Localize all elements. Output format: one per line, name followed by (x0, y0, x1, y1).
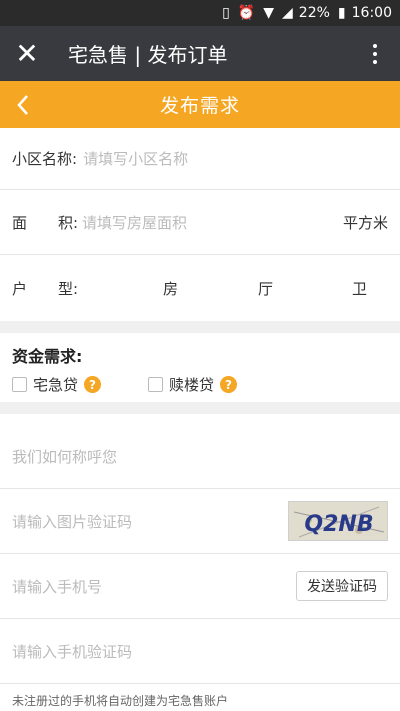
page-header: 发布需求 (0, 81, 400, 128)
captcha-text: Q2NB (304, 512, 373, 537)
registration-note: 未注册过的手机将自动创建为宅急售账户 (12, 694, 229, 708)
webview-titlebar: ✕ 宅急售 | 发布订单 (0, 26, 400, 81)
webview-title: 宅急售 | 发布订单 (68, 43, 228, 67)
name-row[interactable]: 我们如何称呼您 (0, 424, 400, 489)
signal-icon: ◢ (282, 5, 293, 21)
help-icon[interactable]: ? (84, 376, 102, 393)
page-title: 发布需求 (159, 95, 240, 117)
bath-unit: 卫 (352, 280, 368, 298)
option-label: 赎楼贷 (169, 376, 215, 394)
option-label: 宅急贷 (33, 376, 79, 394)
name-input[interactable]: 我们如何称呼您 (12, 446, 117, 467)
sms-code-input[interactable]: 请输入手机验证码 (12, 641, 132, 662)
alarm-icon: ⏰ (237, 5, 256, 21)
area-label: 面积: (12, 213, 79, 232)
room-unit: 房 (163, 280, 179, 298)
community-input[interactable]: 请填写小区名称 (83, 148, 188, 169)
battery-icon: ▮ (337, 5, 346, 21)
layout-row: 户型: (0, 255, 400, 321)
option-shuloudai[interactable]: 赎楼贷 ? (148, 374, 238, 395)
checkbox[interactable] (12, 377, 27, 392)
area-row[interactable]: 面积: 请填写房屋面积 平方米 (0, 190, 400, 255)
layout-label: 户型: (12, 279, 79, 298)
more-menu-icon[interactable] (350, 26, 400, 81)
area-input[interactable]: 请填写房屋面积 (82, 212, 187, 233)
clock: 16:00 (351, 5, 392, 21)
area-unit: 平方米 (342, 213, 388, 232)
hall-unit: 厅 (258, 280, 274, 298)
close-icon[interactable]: ✕ (0, 26, 54, 81)
checkbox[interactable] (148, 377, 163, 392)
phone-input[interactable]: 请输入手机号 (12, 576, 102, 597)
status-bar: ▯ ⏰ ▼ ◢ 22% ▮ 16:00 (0, 0, 400, 26)
community-row[interactable]: 小区名称: 请填写小区名称 (0, 128, 400, 190)
send-code-button[interactable]: 发送验证码 (296, 571, 388, 601)
option-zhaijidai[interactable]: 宅急贷 ? (12, 374, 102, 395)
battery-percent: 22% (298, 5, 330, 21)
wifi-icon: ▼ (263, 5, 275, 21)
captcha-input[interactable]: 请输入图片验证码 (12, 511, 132, 532)
captcha-image[interactable]: Q2NB (288, 501, 388, 541)
help-icon[interactable]: ? (220, 376, 238, 393)
community-label: 小区名称: (12, 150, 78, 168)
funding-title: 资金需求: (12, 347, 83, 366)
vibrate-icon: ▯ (222, 5, 230, 21)
back-arrow-icon[interactable] (8, 81, 38, 128)
sms-row[interactable]: 请输入手机验证码 (0, 619, 400, 684)
